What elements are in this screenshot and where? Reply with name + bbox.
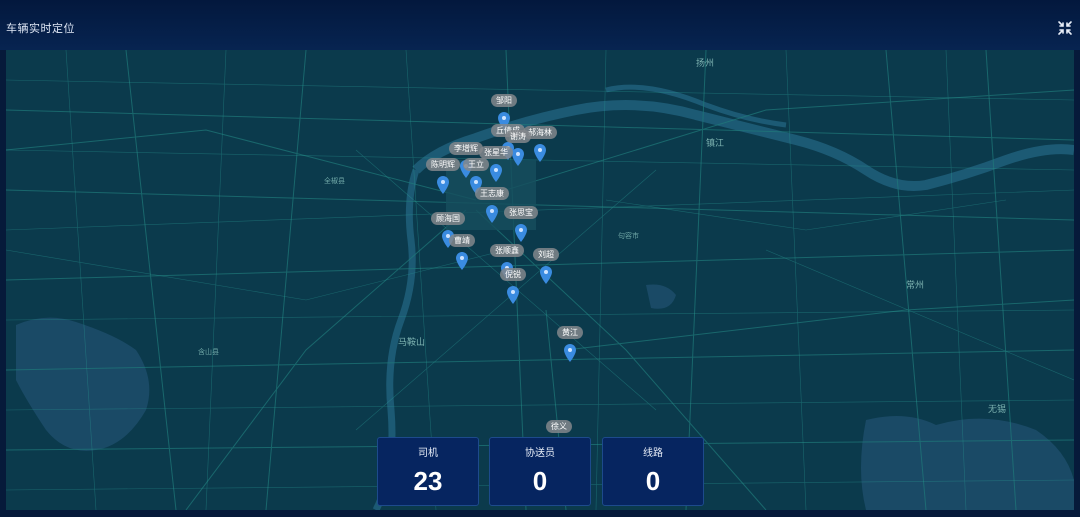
vehicle-marker-label: 黄江: [557, 326, 583, 339]
stat-value: 0: [645, 466, 661, 496]
vehicle-marker-label: 刘超: [533, 248, 559, 261]
map-pin-icon: [512, 148, 524, 166]
place-label: 含山县: [198, 348, 219, 356]
place-label: 全椒县: [324, 177, 345, 185]
stat-value: 0: [532, 466, 548, 496]
vehicle-marker-label: 王立: [463, 158, 489, 171]
vehicle-marker-label: 徐义: [546, 420, 572, 433]
app-root: 车辆实时定位 扬州 镇江 常州 马鞍山 无锡 全椒县 含山县 句容市 邹阳 郝海…: [0, 0, 1080, 517]
vehicle-marker-label: 张星华: [479, 146, 513, 159]
vehicle-marker-label: 曹靖: [449, 234, 475, 247]
place-label: 马鞍山: [398, 338, 426, 348]
place-label: 无锡: [988, 405, 1007, 415]
vehicle-marker-label: 谢涛: [505, 130, 531, 143]
collapse-arrows-icon[interactable]: [1057, 20, 1073, 36]
stat-value: 23: [413, 466, 443, 496]
map-pin-icon: [490, 164, 502, 182]
map-pin-icon: [507, 286, 519, 304]
place-label: 扬州: [696, 59, 715, 69]
page-title: 车辆实时定位: [6, 22, 75, 35]
place-label: 镇江: [706, 139, 725, 149]
stat-label: 线路: [643, 448, 663, 459]
map-pin-icon: [534, 144, 546, 162]
map-pin-icon: [437, 176, 449, 194]
stat-card-routes[interactable]: 线路 0: [602, 437, 704, 506]
vehicle-marker-label: 顾海国: [431, 212, 465, 225]
stat-label: 司机: [418, 448, 438, 459]
map-pin-icon: [515, 224, 527, 242]
place-label: 句容市: [618, 232, 639, 240]
vehicle-marker-label: 倪锐: [500, 268, 526, 281]
vehicle-marker-label: 邹阳: [491, 94, 517, 107]
stat-label: 协送员: [525, 448, 555, 459]
vehicle-marker-label: 陈明辉: [426, 158, 460, 171]
vehicle-marker-label: 张顺鑫: [490, 244, 524, 257]
map-pin-icon: [564, 344, 576, 362]
vehicle-marker-label: 张思宝: [504, 206, 538, 219]
stat-card-drivers[interactable]: 司机 23: [377, 437, 479, 506]
header-bar: 车辆实时定位: [0, 0, 1080, 50]
map-pin-icon: [540, 266, 552, 284]
map-pin-icon: [486, 205, 498, 223]
place-label: 常州: [906, 281, 925, 291]
map-pin-icon: [456, 252, 468, 270]
stat-card-escorts[interactable]: 协送员 0: [489, 437, 591, 506]
vehicle-marker-label: 李增辉: [449, 142, 483, 155]
vehicle-marker-label: 王志康: [475, 187, 509, 200]
